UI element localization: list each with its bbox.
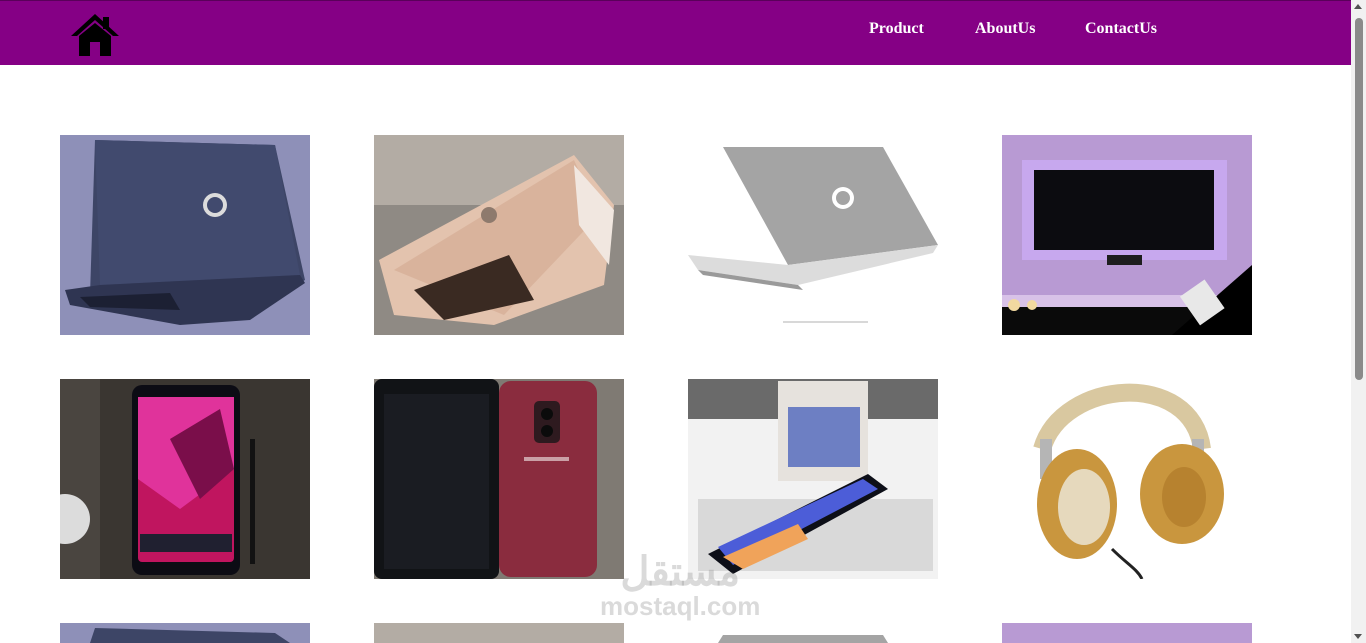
top-navbar: Product AboutUs ContactUs	[0, 0, 1351, 65]
watermark-latin: mostaql.com	[600, 591, 761, 621]
scrollbar-thumb[interactable]	[1355, 18, 1363, 380]
laptop-image	[688, 623, 938, 643]
nav-link-product[interactable]: Product	[869, 20, 924, 38]
phone-image	[60, 379, 310, 579]
product-card-laptop-gold-macbook[interactable]	[374, 135, 624, 335]
scroll-down-arrow-icon[interactable]	[1354, 634, 1362, 639]
laptop-image	[374, 623, 624, 643]
product-card-laptop-gold-macbook-2[interactable]	[374, 623, 624, 643]
headphones-image	[1002, 379, 1252, 579]
laptop-image	[688, 135, 938, 335]
laptop-image	[60, 135, 310, 335]
product-card-laptop-silver-hp-2[interactable]	[688, 623, 938, 643]
home-icon[interactable]	[70, 12, 120, 58]
tv-image	[1002, 623, 1252, 643]
vertical-scrollbar[interactable]	[1351, 0, 1366, 643]
product-card-phone-galaxy-a72[interactable]	[688, 379, 938, 579]
scroll-up-arrow-icon[interactable]	[1354, 4, 1362, 9]
phone-image	[688, 379, 938, 579]
product-card-phone-galaxy-note[interactable]	[60, 379, 310, 579]
product-card-laptop-silver-hp[interactable]	[688, 135, 938, 335]
product-card-tv-led-backlight[interactable]	[1002, 135, 1252, 335]
tv-image	[1002, 135, 1252, 335]
product-card-headphones-tan[interactable]	[1002, 379, 1252, 579]
product-card-tv-led-backlight-2[interactable]	[1002, 623, 1252, 643]
nav-link-about-us[interactable]: AboutUs	[975, 20, 1035, 38]
laptop-image	[374, 135, 624, 335]
phone-image	[374, 379, 624, 579]
product-card-laptop-navy-hp[interactable]	[60, 135, 310, 335]
nav-link-contact-us[interactable]: ContactUs	[1085, 20, 1157, 38]
product-card-phone-galaxy-s9[interactable]	[374, 379, 624, 579]
laptop-image	[60, 623, 310, 643]
product-card-laptop-navy-hp-2[interactable]	[60, 623, 310, 643]
